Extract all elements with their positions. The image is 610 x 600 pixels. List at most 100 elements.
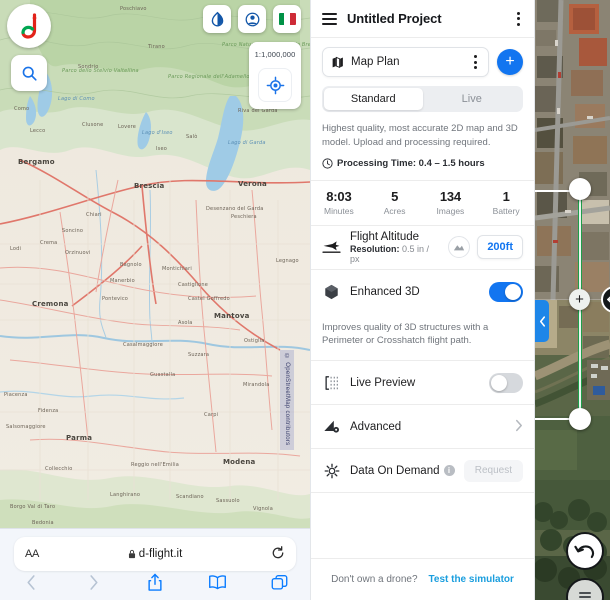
- map-label: Sassuolo: [216, 498, 240, 504]
- data-on-demand-icon: [322, 463, 341, 479]
- terrain-follow-icon: [454, 245, 465, 251]
- back-button[interactable]: [0, 574, 62, 591]
- live-preview-row[interactable]: Live Preview: [311, 361, 534, 406]
- map-label: Ostiglia: [244, 338, 265, 344]
- search-icon: [22, 66, 37, 81]
- map-attribution[interactable]: © OpenStreetMap contributors: [280, 350, 294, 450]
- map-label: Parma: [66, 434, 93, 442]
- flight-altitude-row[interactable]: Flight Altitude Resolution: 0.5 in / px …: [311, 226, 534, 270]
- request-button[interactable]: Request: [463, 459, 523, 482]
- footer-text: Don't own a drone?: [331, 574, 418, 585]
- terrain-follow-button[interactable]: [448, 236, 471, 259]
- plan-selector[interactable]: Map Plan: [322, 47, 489, 77]
- map-label: Lago di Como: [58, 96, 95, 102]
- stat-value: 134: [439, 188, 461, 204]
- map-label: Chiari: [86, 212, 102, 218]
- info-icon[interactable]: i: [443, 464, 455, 476]
- enhanced-3d-row[interactable]: Enhanced 3D: [311, 270, 534, 314]
- map-label: Parco Regionale dell'Adamello: [168, 74, 250, 80]
- map-label: Suzzara: [188, 352, 210, 358]
- book-icon: [208, 575, 226, 590]
- map-label: Soncino: [62, 228, 84, 234]
- collapse-panel-button[interactable]: [535, 300, 549, 342]
- tabs-button[interactable]: [248, 574, 310, 591]
- back-chevron-icon: [26, 574, 35, 590]
- chevron-right-icon-glyph: [516, 419, 522, 431]
- advanced-title: Advanced: [350, 420, 402, 433]
- flight-altitude-title: Flight Altitude: [350, 230, 420, 243]
- map-label: Guastalla: [150, 372, 176, 378]
- search-button[interactable]: [11, 55, 47, 91]
- simulator-link[interactable]: Test the simulator: [429, 574, 514, 585]
- stat-acres: 5 Acres: [367, 189, 423, 216]
- map-label: Bedonia: [32, 520, 54, 526]
- map-label: Clusone: [82, 122, 104, 128]
- advanced-row[interactable]: Advanced: [311, 405, 534, 450]
- map-label: Castel Goffredo: [188, 296, 230, 302]
- waypoint-handle-top[interactable]: [569, 178, 591, 200]
- map-label: Carpi: [204, 412, 219, 418]
- live-preview-title: Live Preview: [350, 376, 416, 389]
- enhanced-3d-toggle[interactable]: [489, 281, 523, 302]
- plan-name: Map Plan: [351, 56, 400, 68]
- d-flight-logo-icon: [21, 13, 37, 39]
- map-label: Bergamo: [18, 158, 55, 166]
- forward-button[interactable]: [62, 574, 124, 591]
- language-button[interactable]: [273, 5, 301, 33]
- undo-button[interactable]: [566, 532, 604, 570]
- map-label: Scandiano: [176, 494, 204, 500]
- add-waypoint-button[interactable]: +: [569, 289, 590, 310]
- contrast-button[interactable]: [203, 5, 231, 33]
- share-button[interactable]: [124, 573, 186, 592]
- map-label: Iseo: [156, 146, 168, 152]
- reload-icon: [272, 545, 284, 558]
- data-on-demand-row[interactable]: Data On Demand i Request: [311, 449, 534, 494]
- plan-more-button[interactable]: [471, 52, 480, 72]
- live-preview-icon: [322, 375, 341, 391]
- tab-live[interactable]: Live: [423, 88, 522, 110]
- map-label: Castiglione: [178, 282, 208, 288]
- processing-time-text: Processing Time: 0.4 – 1.5 hours: [337, 157, 485, 169]
- stat-images: 134 Images: [423, 189, 479, 216]
- locate-me-button[interactable]: [258, 68, 292, 102]
- mode-segmented-control: Standard Live: [322, 86, 523, 112]
- plan-selector-row: Map Plan +: [311, 38, 534, 77]
- address-bar[interactable]: AA d-flight.it: [14, 537, 296, 571]
- mode-description: Highest quality, most accurate 2D map an…: [322, 123, 518, 148]
- text-size-button[interactable]: AA: [25, 548, 39, 560]
- project-more-button[interactable]: [514, 9, 523, 29]
- d-flight-logo[interactable]: [7, 4, 51, 48]
- waypoint-handle-bottom[interactable]: [569, 408, 591, 430]
- map-label: Poschiavo: [120, 6, 147, 12]
- map-label: Modena: [223, 458, 256, 466]
- flight-stats: 8:03 Minutes 5 Acres 134 Images 1 Batter…: [311, 179, 534, 226]
- live-preview-toggle[interactable]: [489, 372, 523, 393]
- advanced-icon: [322, 419, 341, 434]
- map-label: Como: [14, 106, 30, 112]
- map-plan-icon: [332, 56, 343, 68]
- map-scale-value: 1:1,000,000: [254, 50, 296, 59]
- lock-icon: [128, 549, 135, 559]
- tab-standard[interactable]: Standard: [324, 88, 423, 110]
- add-plan-button[interactable]: +: [497, 49, 523, 75]
- map-label: Legnago: [276, 258, 299, 264]
- osm-map[interactable]: Bergamo Brescia Cremona Mantova Verona Parma M…: [0, 0, 310, 528]
- tabs-icon: [271, 574, 287, 590]
- url-display[interactable]: d-flight.it: [39, 548, 271, 560]
- bookmarks-button[interactable]: [186, 574, 248, 590]
- map-label: Piacenza: [4, 392, 28, 398]
- reload-button[interactable]: [271, 545, 285, 563]
- hamburger-icon[interactable]: [322, 12, 337, 25]
- map-label: Verona: [238, 180, 267, 188]
- account-button[interactable]: [238, 5, 266, 33]
- italy-flag-icon: [278, 13, 296, 25]
- altitude-value-button[interactable]: 200ft: [477, 235, 523, 260]
- chevron-right-icon[interactable]: [515, 419, 523, 435]
- data-on-demand-icon-glyph: [324, 463, 339, 478]
- map-label: Bagnolo: [120, 262, 142, 268]
- satellite-map[interactable]: +: [535, 0, 610, 600]
- stat-value: 5: [391, 188, 399, 204]
- page-title: Untitled Project: [347, 11, 442, 26]
- panel-header: Untitled Project: [311, 0, 534, 38]
- map-label: Fidenza: [38, 408, 59, 414]
